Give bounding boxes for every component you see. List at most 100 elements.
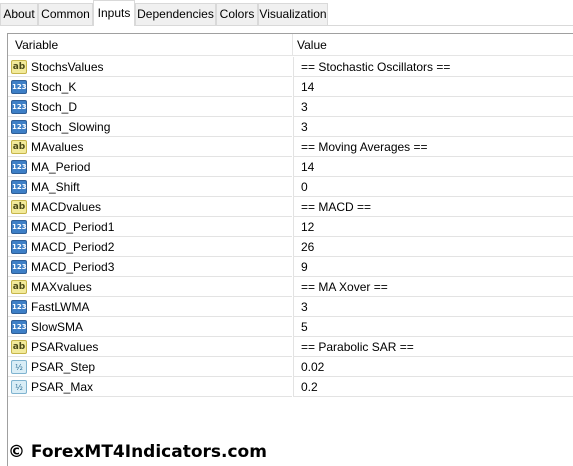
tab-inputs[interactable]: Inputs bbox=[93, 0, 135, 26]
variable-value[interactable]: == MACD == bbox=[301, 200, 371, 214]
variable-name: PSAR_Step bbox=[31, 360, 96, 374]
variable-value[interactable]: 5 bbox=[301, 320, 308, 334]
value-cell[interactable]: 3 bbox=[293, 97, 573, 117]
integer-icon: 123 bbox=[11, 320, 27, 334]
table-row[interactable]: 123 Stoch_K 14 bbox=[8, 77, 573, 97]
variable-cell: 123 Stoch_Slowing bbox=[8, 117, 292, 137]
variable-value[interactable]: 12 bbox=[301, 220, 314, 234]
value-cell[interactable]: == Parabolic SAR == bbox=[293, 337, 573, 357]
table-row[interactable]: 123 MA_Shift 0 bbox=[8, 177, 573, 197]
variable-value[interactable]: 14 bbox=[301, 160, 314, 174]
integer-icon: 123 bbox=[11, 100, 27, 114]
variable-name: Stoch_K bbox=[31, 80, 77, 94]
variable-cell: 123 MACD_Period1 bbox=[8, 217, 292, 237]
integer-icon: 123 bbox=[11, 300, 27, 314]
tab-about[interactable]: About bbox=[0, 3, 38, 25]
integer-icon: 123 bbox=[11, 180, 27, 194]
column-header-variable[interactable]: Variable bbox=[15, 38, 58, 52]
table-row[interactable]: 123 SlowSMA 5 bbox=[8, 317, 573, 337]
table-row[interactable]: ½ PSAR_Step 0.02 bbox=[8, 357, 573, 377]
value-cell[interactable]: 0.2 bbox=[293, 377, 573, 397]
variable-value[interactable]: 0 bbox=[301, 180, 308, 194]
table-row[interactable]: 123 MA_Period 14 bbox=[8, 157, 573, 177]
table-row[interactable]: 123 Stoch_Slowing 3 bbox=[8, 117, 573, 137]
variable-cell: ½ PSAR_Max bbox=[8, 377, 292, 397]
variable-value[interactable]: == Parabolic SAR == bbox=[301, 340, 414, 354]
string-icon: ab bbox=[11, 280, 27, 294]
value-cell[interactable]: 3 bbox=[293, 117, 573, 137]
string-icon: ab bbox=[11, 60, 27, 74]
value-cell[interactable]: == Moving Averages == bbox=[293, 137, 573, 157]
string-icon: ab bbox=[11, 340, 27, 354]
table-row[interactable]: 123 MACD_Period1 12 bbox=[8, 217, 573, 237]
value-cell[interactable]: 12 bbox=[293, 217, 573, 237]
value-cell[interactable]: 3 bbox=[293, 297, 573, 317]
variable-name: PSARvalues bbox=[31, 340, 99, 354]
variable-value[interactable]: 9 bbox=[301, 260, 308, 274]
variable-name: MACD_Period1 bbox=[31, 220, 115, 234]
variable-value[interactable]: == Stochastic Oscillators == bbox=[301, 60, 450, 74]
variable-cell: ab MAXvalues bbox=[8, 277, 292, 297]
variable-cell: 123 MACD_Period2 bbox=[8, 237, 292, 257]
value-cell[interactable]: 14 bbox=[293, 77, 573, 97]
table-row[interactable]: ab MAXvalues == MA Xover == bbox=[8, 277, 573, 297]
variable-cell: ab MACDvalues bbox=[8, 197, 292, 217]
value-cell[interactable]: 26 bbox=[293, 237, 573, 257]
variable-cell: 123 MACD_Period3 bbox=[8, 257, 292, 277]
table-row[interactable]: ab MAvalues == Moving Averages == bbox=[8, 137, 573, 157]
variable-value[interactable]: == MA Xover == bbox=[301, 280, 388, 294]
value-cell[interactable]: == Stochastic Oscillators == bbox=[293, 57, 573, 77]
table-row[interactable]: 123 MACD_Period2 26 bbox=[8, 237, 573, 257]
variable-cell: 123 SlowSMA bbox=[8, 317, 292, 337]
double-icon: ½ bbox=[11, 380, 27, 394]
variable-cell: ab PSARvalues bbox=[8, 337, 292, 357]
variable-value[interactable]: == Moving Averages == bbox=[301, 140, 428, 154]
tab-common[interactable]: Common bbox=[38, 3, 93, 25]
variable-cell: 123 FastLWMA bbox=[8, 297, 292, 317]
string-icon: ab bbox=[11, 140, 27, 154]
table-row[interactable]: 123 Stoch_D 3 bbox=[8, 97, 573, 117]
variable-value[interactable]: 26 bbox=[301, 240, 314, 254]
variable-name: MAvalues bbox=[31, 140, 84, 154]
variable-name: MA_Period bbox=[31, 160, 91, 174]
inputs-table: Variable Value ab StochsValues == Stochast… bbox=[7, 33, 573, 466]
table-row[interactable]: ab StochsValues == Stochastic Oscillators … bbox=[8, 57, 573, 77]
column-divider[interactable] bbox=[292, 34, 293, 56]
value-cell[interactable]: 0.02 bbox=[293, 357, 573, 377]
value-cell[interactable]: 9 bbox=[293, 257, 573, 277]
variable-name: Stoch_D bbox=[31, 100, 78, 114]
variable-value[interactable]: 14 bbox=[301, 80, 314, 94]
tab-dependencies[interactable]: Dependencies bbox=[135, 3, 216, 25]
variable-cell: 123 MA_Period bbox=[8, 157, 292, 177]
value-cell[interactable]: == MA Xover == bbox=[293, 277, 573, 297]
table-row[interactable]: 123 FastLWMA 3 bbox=[8, 297, 573, 317]
integer-icon: 123 bbox=[11, 240, 27, 254]
variable-value[interactable]: 3 bbox=[301, 300, 308, 314]
value-cell[interactable]: 14 bbox=[293, 157, 573, 177]
variable-value[interactable]: 3 bbox=[301, 120, 308, 134]
variable-value[interactable]: 3 bbox=[301, 100, 308, 114]
variable-cell: 123 Stoch_K bbox=[8, 77, 292, 97]
integer-icon: 123 bbox=[11, 120, 27, 134]
integer-icon: 123 bbox=[11, 260, 27, 274]
table-row[interactable]: ab MACDvalues == MACD == bbox=[8, 197, 573, 217]
integer-icon: 123 bbox=[11, 80, 27, 94]
tab-visualization[interactable]: Visualization bbox=[258, 3, 328, 25]
integer-icon: 123 bbox=[11, 160, 27, 174]
table-header: Variable Value bbox=[8, 34, 573, 56]
table-row[interactable]: 123 MACD_Period3 9 bbox=[8, 257, 573, 277]
value-cell[interactable]: 5 bbox=[293, 317, 573, 337]
table-row[interactable]: ½ PSAR_Max 0.2 bbox=[8, 377, 573, 397]
variable-cell: ½ PSAR_Step bbox=[8, 357, 292, 377]
variable-value[interactable]: 0.2 bbox=[301, 380, 318, 394]
table-row[interactable]: ab PSARvalues == Parabolic SAR == bbox=[8, 337, 573, 357]
variable-name: MAXvalues bbox=[31, 280, 92, 294]
variable-cell: ab StochsValues bbox=[8, 57, 292, 77]
tab-colors[interactable]: Colors bbox=[216, 3, 258, 25]
variable-name: StochsValues bbox=[31, 60, 104, 74]
variable-value[interactable]: 0.02 bbox=[301, 360, 324, 374]
value-cell[interactable]: 0 bbox=[293, 177, 573, 197]
column-header-value[interactable]: Value bbox=[297, 38, 327, 52]
value-cell[interactable]: == MACD == bbox=[293, 197, 573, 217]
tab-bar: About Common Inputs Dependencies Colors … bbox=[0, 0, 573, 26]
